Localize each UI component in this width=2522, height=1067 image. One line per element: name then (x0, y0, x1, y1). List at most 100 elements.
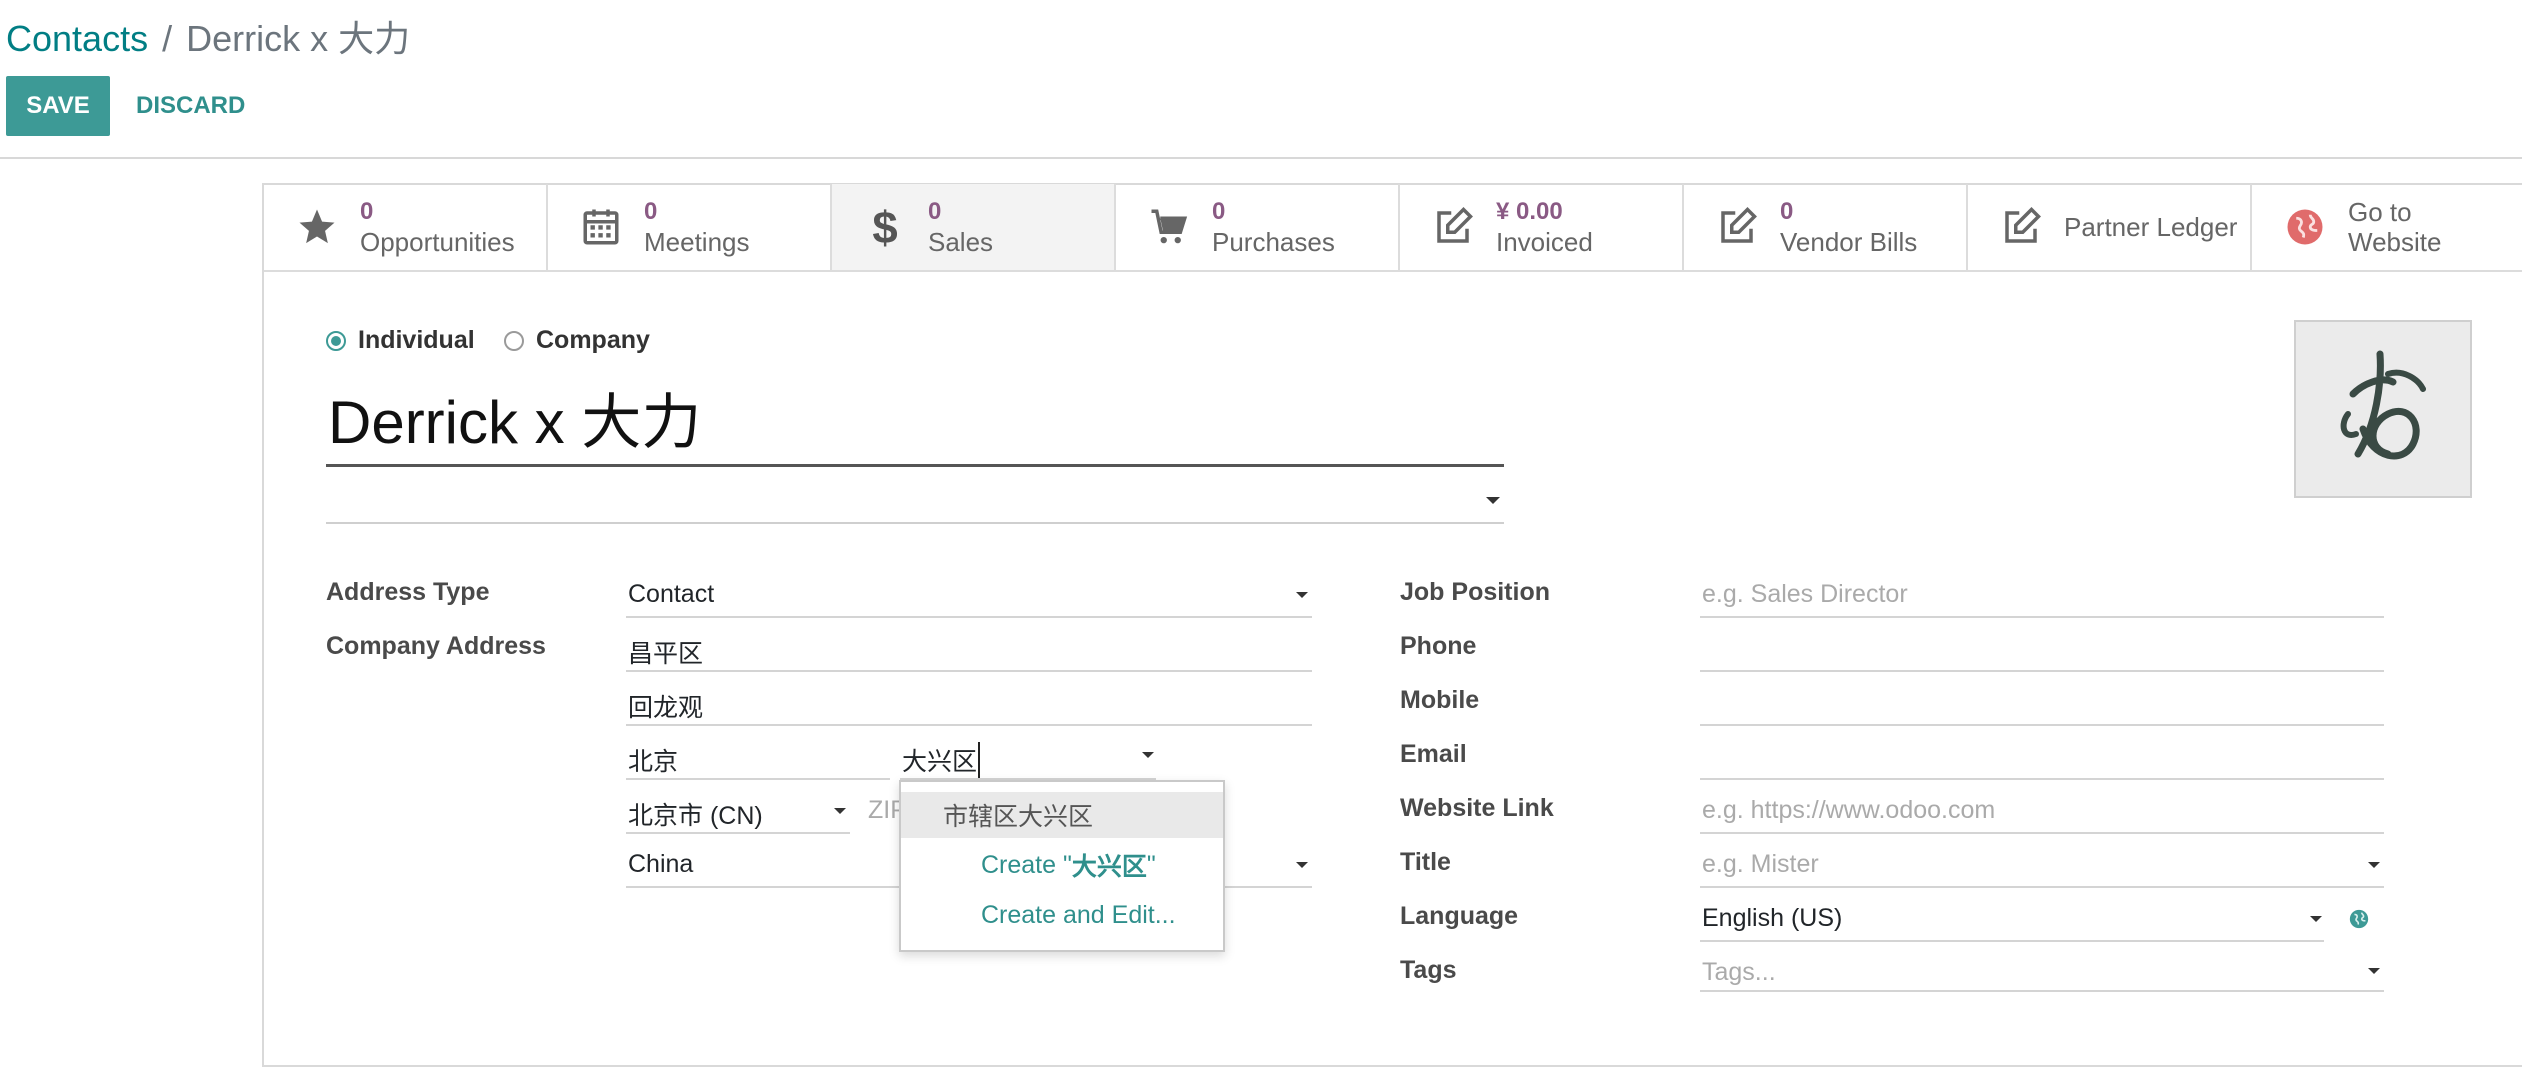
meetings-label: Meetings (644, 227, 750, 257)
parent-company-underline (326, 522, 1504, 524)
website-input[interactable]: e.g. https://www.odoo.com (1702, 796, 1995, 825)
caret-down-icon (1296, 592, 1308, 598)
invoiced-label: Invoiced (1496, 227, 1593, 257)
go-to-website-label-line1: Go to (2348, 197, 2412, 227)
create-prefix: Create " (981, 850, 1072, 879)
partner-ledger-button[interactable]: Partner Ledger (1968, 184, 2252, 270)
create-and-edit-option[interactable]: Create and Edit... (901, 892, 1223, 938)
phone-input[interactable] (1700, 628, 2384, 670)
autocomplete-option[interactable]: 市辖区大兴区 (901, 792, 1223, 838)
email-label: Email (1400, 740, 1467, 768)
job-position-input[interactable]: e.g. Sales Director (1702, 580, 1908, 609)
language-label: Language (1400, 902, 1519, 930)
street2-input[interactable]: 回龙观 (628, 688, 703, 724)
radio-checked-icon (326, 330, 346, 351)
sales-button[interactable]: $ 0 Sales (832, 184, 1116, 270)
tags-input[interactable]: Tags... (1702, 958, 1776, 987)
meetings-button[interactable]: 0 Meetings (548, 184, 832, 270)
caret-down-icon (2368, 968, 2380, 974)
district-autocomplete-dropdown: 市辖区大兴区 Create " 大兴区 " Create and Edit... (899, 780, 1225, 952)
globe-icon (2282, 204, 2328, 250)
dollar-icon: $ (862, 204, 908, 250)
purchases-label: Purchases (1212, 227, 1335, 257)
caret-down-icon (1486, 497, 1500, 504)
create-term: 大兴区 (1071, 853, 1147, 881)
mobile-input[interactable] (1700, 682, 2384, 724)
district-input[interactable]: 大兴区 (902, 742, 981, 778)
caret-down-icon (1296, 862, 1308, 868)
caret-down-icon (2310, 916, 2322, 922)
smart-button-box: 0 Opportunities 0 Meetings $ 0 Sales 0 Purch… (264, 184, 2522, 272)
vendor-bills-label: Vendor Bills (1780, 227, 1918, 257)
email-input[interactable] (1700, 736, 2384, 778)
vendor-bills-button[interactable]: 0 Vendor Bills (1684, 184, 1968, 270)
discard-button[interactable]: DISCARD (136, 76, 245, 136)
city-underline (626, 778, 890, 780)
mobile-underline (1700, 724, 2384, 726)
opportunities-label: Opportunities (360, 227, 515, 257)
purchases-count: 0 (1212, 198, 1226, 225)
address-type-underline (626, 616, 1312, 618)
create-option[interactable]: Create " 大兴区 " (901, 842, 1223, 888)
partner-name-input[interactable]: Derrick x 大力 (328, 374, 701, 461)
caret-down-icon (2368, 862, 2380, 868)
title-underline (1700, 886, 2384, 888)
breadcrumb-separator: / (162, 18, 173, 59)
breadcrumb: Contacts / Derrick x 大力 (6, 10, 410, 62)
invoiced-button[interactable]: ¥ 0.00 Invoiced (1400, 184, 1684, 270)
breadcrumb-current: Derrick x 大力 (186, 18, 411, 59)
signature-image-icon (2340, 350, 2426, 460)
individual-radio[interactable]: Individual (326, 326, 475, 355)
name-underline (326, 464, 1504, 467)
city-input[interactable]: 北京 (628, 742, 678, 778)
street-underline (626, 670, 1312, 672)
tags-underline (1700, 990, 2384, 992)
individual-label: Individual (358, 326, 475, 354)
breadcrumb-contacts-link[interactable]: Contacts (6, 18, 148, 59)
phone-underline (1700, 670, 2384, 672)
svg-text:$: $ (872, 204, 897, 250)
control-panel-divider (0, 157, 2522, 159)
address-type-label: Address Type (326, 578, 490, 606)
sales-count: 0 (928, 198, 942, 225)
company-radio[interactable]: Company (504, 326, 650, 355)
cart-icon (1146, 204, 1192, 250)
calendar-icon (578, 204, 624, 250)
job-position-label: Job Position (1400, 578, 1550, 606)
address-type-select[interactable] (626, 570, 1312, 618)
go-to-website-label-line2: Website (2348, 227, 2442, 257)
opportunities-count: 0 (360, 198, 374, 225)
company-label: Company (536, 326, 650, 354)
street-input[interactable]: 昌平区 (628, 634, 703, 670)
radio-unchecked-icon (504, 330, 524, 351)
language-select[interactable]: English (US) (1702, 904, 1842, 933)
invoiced-amount: ¥ 0.00 (1496, 198, 1563, 225)
street2-underline (626, 724, 1312, 726)
website-underline (1700, 832, 2384, 834)
form-sheet (262, 183, 2522, 1067)
parent-company-select[interactable] (326, 480, 1504, 520)
mobile-label: Mobile (1400, 686, 1480, 714)
meetings-count: 0 (644, 198, 658, 225)
title-label: Title (1400, 848, 1451, 876)
phone-label: Phone (1400, 632, 1477, 660)
website-label: Website Link (1400, 794, 1554, 822)
state-select[interactable]: 北京市 (CN) (628, 796, 763, 832)
pencil-square-icon (1714, 204, 1760, 250)
title-select[interactable]: e.g. Mister (1702, 850, 1819, 879)
partner-ledger-label: Partner Ledger (2064, 211, 2238, 242)
caret-down-icon (834, 808, 846, 814)
sales-label: Sales (928, 227, 994, 257)
job-position-underline (1700, 616, 2384, 618)
email-underline (1700, 778, 2384, 780)
opportunities-button[interactable]: 0 Opportunities (264, 184, 548, 270)
create-suffix: " (1146, 850, 1156, 879)
state-underline (626, 832, 850, 834)
country-select[interactable]: China (628, 850, 693, 879)
go-to-website-button[interactable]: Go to Website (2252, 184, 2522, 270)
purchases-button[interactable]: 0 Purchases (1116, 184, 1400, 270)
globe-icon[interactable] (2348, 908, 2370, 930)
avatar[interactable] (2294, 320, 2472, 498)
save-button[interactable]: SAVE (6, 76, 110, 136)
star-icon (294, 204, 340, 250)
